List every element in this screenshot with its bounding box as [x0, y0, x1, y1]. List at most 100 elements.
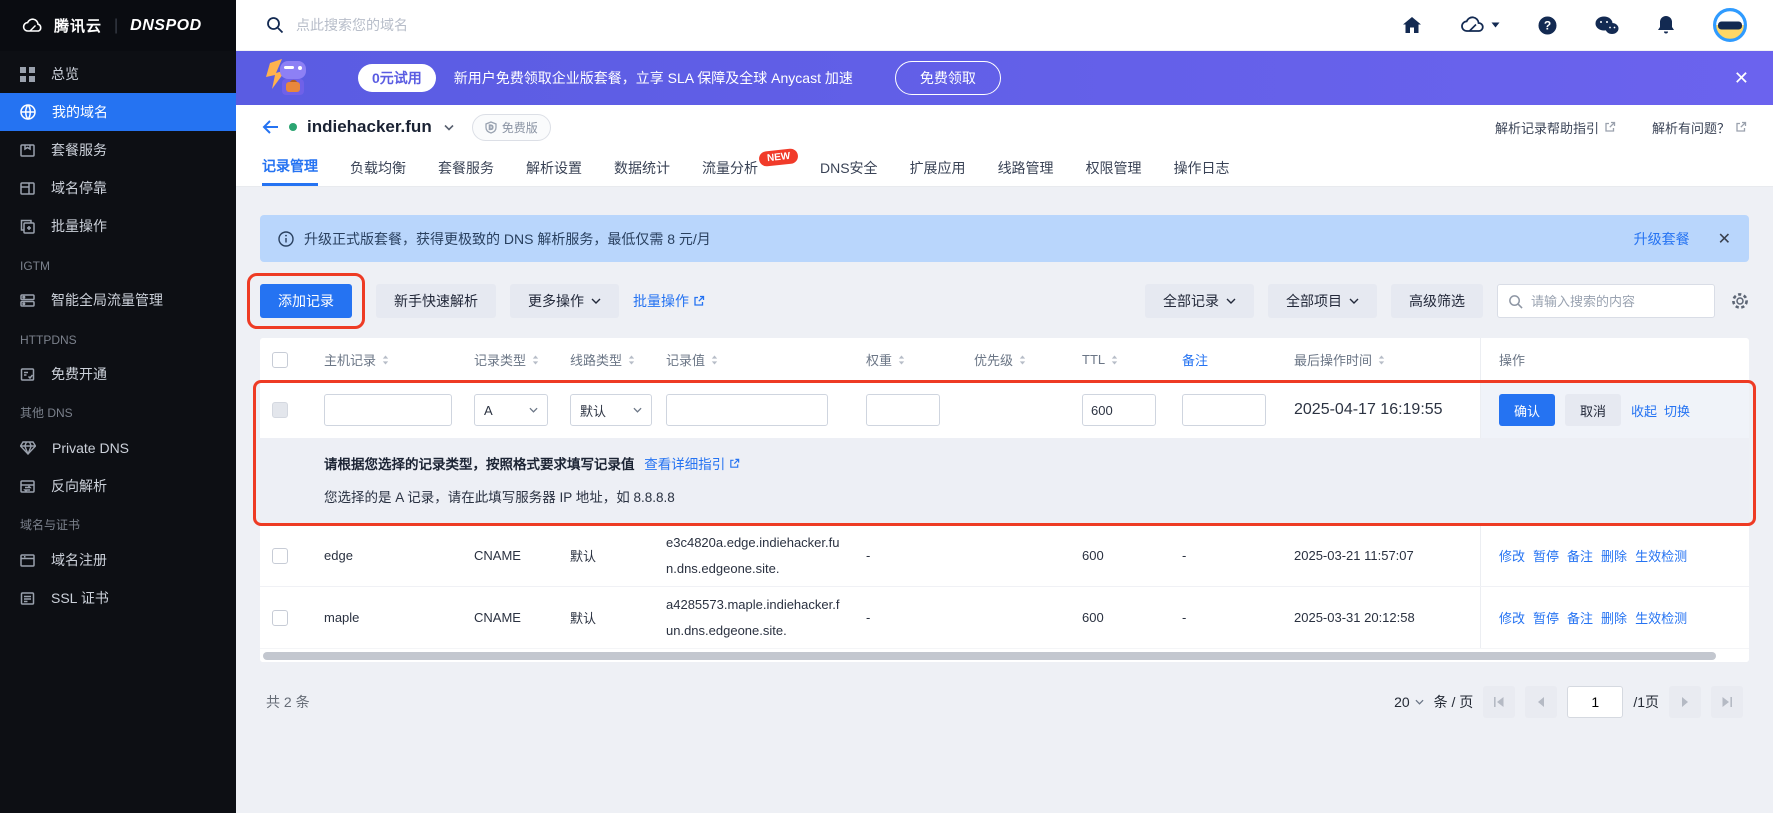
help-problem-link[interactable]: 解析有问题？: [1652, 118, 1747, 137]
notice-text: 升级正式版套餐，获得更极致的 DNS 解析服务，最低仅需 8 元/月: [304, 229, 711, 249]
help-guide-link[interactable]: 解析记录帮助指引: [1495, 118, 1616, 137]
console-cloud-icon[interactable]: [1460, 16, 1500, 34]
note-link[interactable]: 备注: [1567, 546, 1593, 565]
tab-operation-log[interactable]: 操作日志: [1174, 149, 1230, 186]
header-note[interactable]: 备注: [1182, 350, 1294, 369]
sidebar-item-domain-register[interactable]: 域名注册: [0, 541, 236, 579]
tab-load-balancing[interactable]: 负载均衡: [350, 149, 406, 186]
ttl-input[interactable]: [1082, 394, 1156, 426]
tab-statistics[interactable]: 数据统计: [614, 149, 670, 186]
pause-link[interactable]: 暂停: [1533, 546, 1559, 565]
pager-next-button[interactable]: [1669, 686, 1701, 718]
sidebar-item-batch[interactable]: 批量操作: [0, 207, 236, 245]
header-weight[interactable]: 权重: [866, 350, 974, 369]
pause-link[interactable]: 暂停: [1533, 608, 1559, 627]
line-type-select[interactable]: 默认: [570, 394, 652, 426]
header-last-modified[interactable]: 最后操作时间: [1294, 350, 1480, 369]
tab-extensions[interactable]: 扩展应用: [910, 149, 966, 186]
upgrade-notice-bar: 升级正式版套餐，获得更极致的 DNS 解析服务，最低仅需 8 元/月 升级套餐 …: [260, 215, 1749, 262]
sidebar-item-reverse-dns[interactable]: 反向解析: [0, 467, 236, 505]
external-link-icon: [729, 458, 740, 469]
sidebar-item-ssl-cert[interactable]: SSL 证书: [0, 579, 236, 617]
header-line[interactable]: 线路类型: [570, 350, 666, 369]
collapse-link[interactable]: 收起: [1631, 401, 1657, 420]
select-all-checkbox[interactable]: [272, 352, 288, 368]
detail-guide-link[interactable]: 查看详细指引: [644, 453, 740, 473]
cancel-button[interactable]: 取消: [1565, 394, 1621, 426]
page-number-input[interactable]: [1567, 686, 1623, 718]
modify-link[interactable]: 修改: [1499, 608, 1525, 627]
pager-last-button[interactable]: [1711, 686, 1743, 718]
scrollbar-thumb[interactable]: [263, 652, 1716, 660]
tab-dns-settings[interactable]: 解析设置: [526, 149, 582, 186]
plan-badge[interactable]: D 免费版: [472, 114, 551, 141]
notice-close-icon[interactable]: ✕: [1718, 229, 1731, 249]
switch-link[interactable]: 切换: [1664, 401, 1690, 420]
more-actions-button[interactable]: 更多操作: [510, 284, 619, 318]
weight-input[interactable]: [866, 394, 940, 426]
record-value-input[interactable]: [666, 394, 828, 426]
home-icon[interactable]: [1402, 16, 1422, 34]
sidebar-item-parking[interactable]: 域名停靠: [0, 169, 236, 207]
sidebar-item-package[interactable]: 套餐服务: [0, 131, 236, 169]
header-host[interactable]: 主机记录: [324, 350, 474, 369]
help-icon[interactable]: ?: [1538, 16, 1557, 35]
sidebar-item-overview[interactable]: 总览: [0, 55, 236, 93]
record-type-select[interactable]: A: [474, 394, 548, 426]
tab-line-management[interactable]: 线路管理: [998, 149, 1054, 186]
header-type[interactable]: 记录类型: [474, 350, 570, 369]
header-value-label: 记录值: [666, 350, 705, 369]
wechat-icon[interactable]: [1595, 16, 1619, 35]
header-ttl[interactable]: TTL: [1082, 352, 1182, 367]
check-effect-link[interactable]: 生效检测: [1635, 608, 1687, 627]
sort-icon: [1377, 354, 1386, 366]
modify-link[interactable]: 修改: [1499, 546, 1525, 565]
filter-record-type-button[interactable]: 全部记录: [1145, 284, 1254, 318]
page-size-select[interactable]: 20: [1394, 694, 1424, 710]
top-icon-group: ?: [1402, 8, 1747, 42]
row-checkbox[interactable]: [272, 548, 288, 564]
delete-link[interactable]: 删除: [1601, 608, 1627, 627]
free-claim-button[interactable]: 免费领取: [895, 61, 1001, 95]
record-search-box[interactable]: [1497, 284, 1715, 318]
tab-traffic-analysis[interactable]: 流量分析 NEW: [702, 149, 758, 186]
header-line-label: 线路类型: [570, 350, 622, 369]
batch-operation-link[interactable]: 批量操作: [633, 291, 705, 311]
add-record-button[interactable]: 添加记录: [260, 284, 352, 318]
back-arrow-icon[interactable]: [262, 120, 279, 134]
certificate-icon: [20, 591, 35, 606]
global-search[interactable]: [266, 16, 596, 34]
check-effect-link[interactable]: 生效检测: [1635, 546, 1687, 565]
tab-plan[interactable]: 套餐服务: [438, 149, 494, 186]
delete-link[interactable]: 删除: [1601, 546, 1627, 565]
confirm-button[interactable]: 确认: [1499, 394, 1555, 426]
global-search-input[interactable]: [296, 17, 596, 33]
tab-permissions[interactable]: 权限管理: [1086, 149, 1142, 186]
header-value[interactable]: 记录值: [666, 350, 866, 369]
sidebar-item-private-dns[interactable]: Private DNS: [0, 429, 236, 467]
pager-first-button[interactable]: [1483, 686, 1515, 718]
user-avatar[interactable]: [1713, 8, 1747, 42]
record-search-input[interactable]: [1531, 294, 1707, 309]
tab-dns-security[interactable]: DNS安全: [820, 149, 878, 186]
sidebar-item-my-domains[interactable]: 我的域名: [0, 93, 236, 131]
host-input[interactable]: [324, 394, 452, 426]
note-link[interactable]: 备注: [1567, 608, 1593, 627]
sort-icon: [1018, 354, 1027, 366]
advanced-filter-button[interactable]: 高级筛选: [1391, 284, 1483, 318]
gear-icon[interactable]: [1731, 292, 1749, 310]
bell-icon[interactable]: [1657, 15, 1675, 35]
brand-divider: |: [114, 17, 118, 35]
promo-close-icon[interactable]: ✕: [1734, 69, 1749, 87]
pager-prev-button[interactable]: [1525, 686, 1557, 718]
sidebar-item-igtm[interactable]: 智能全局流量管理: [0, 281, 236, 319]
sidebar-item-httpdns-free[interactable]: 免费开通: [0, 355, 236, 393]
note-input[interactable]: [1182, 394, 1266, 426]
tab-records[interactable]: 记录管理: [262, 149, 318, 186]
filter-project-button[interactable]: 全部项目: [1268, 284, 1377, 318]
quick-setup-button[interactable]: 新手快速解析: [376, 284, 496, 318]
upgrade-plan-link[interactable]: 升级套餐: [1634, 229, 1690, 249]
header-priority[interactable]: 优先级: [974, 350, 1082, 369]
domain-dropdown-caret-icon[interactable]: [444, 124, 454, 131]
row-checkbox[interactable]: [272, 610, 288, 626]
